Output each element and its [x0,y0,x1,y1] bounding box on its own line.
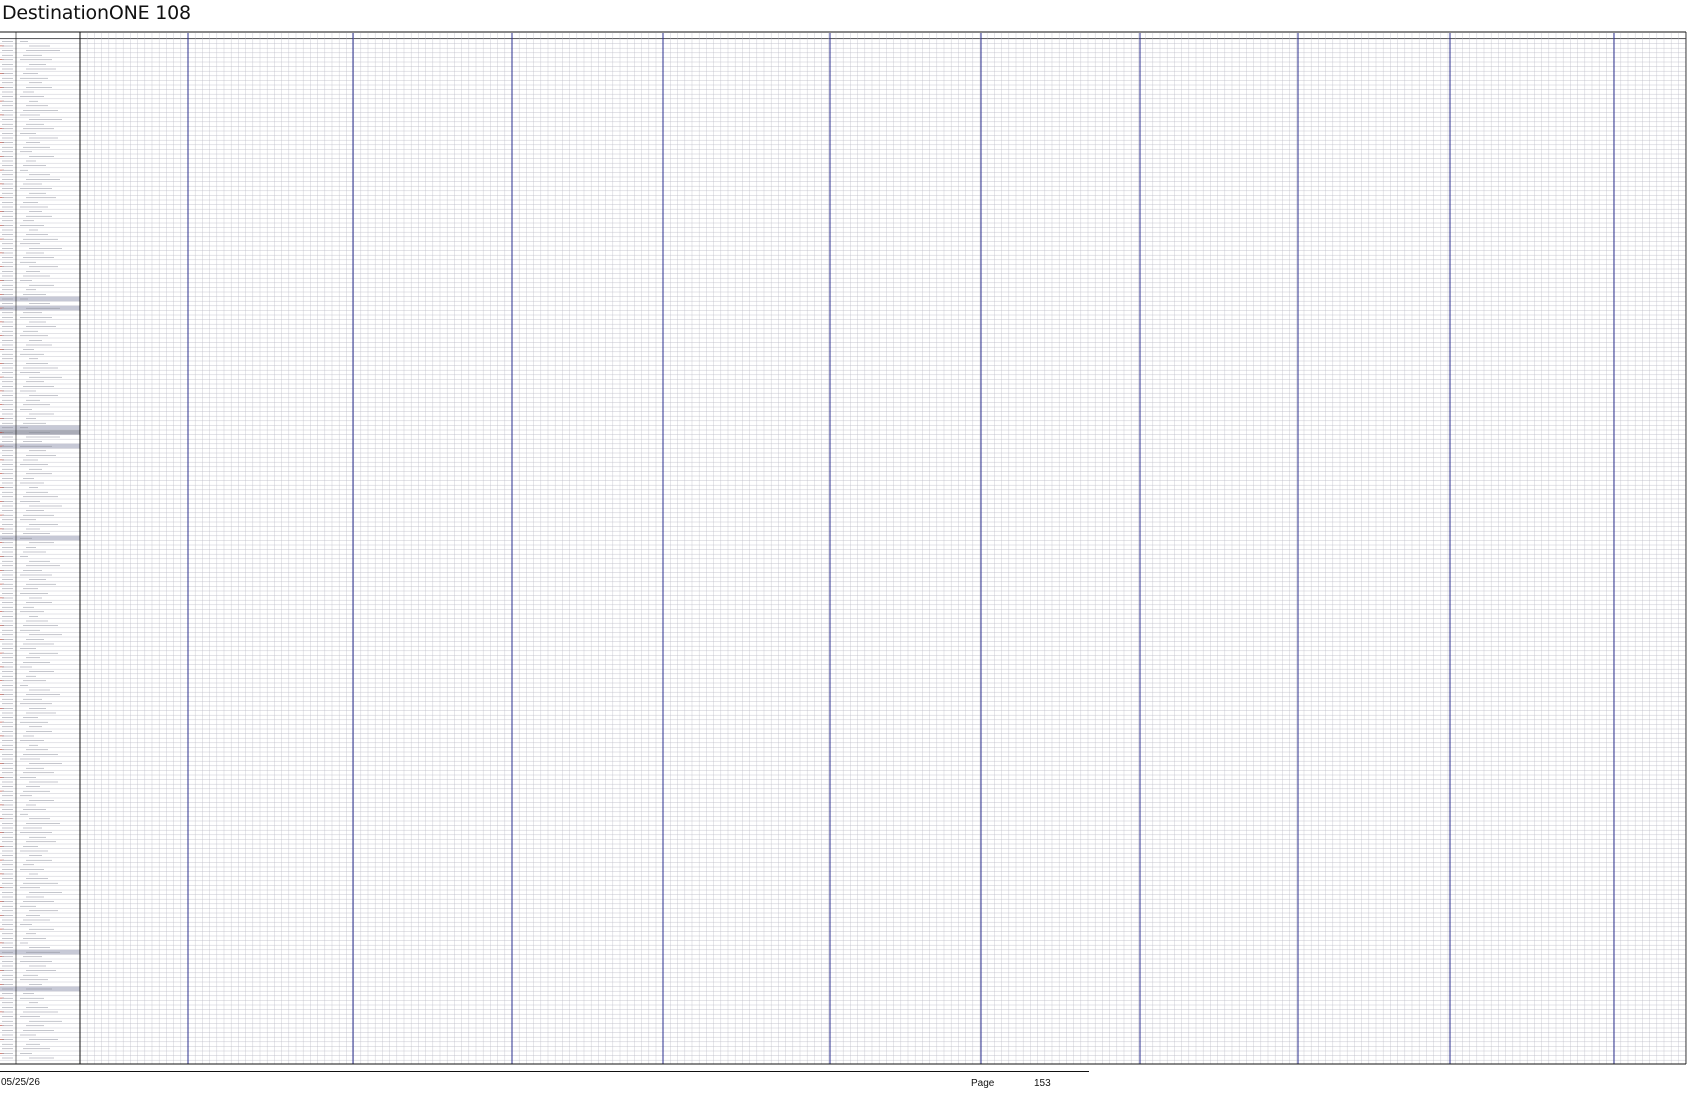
schedule-grid [0,31,1687,1066]
footer-date: 05/25/26 [1,1077,40,1088]
footer-page-number: 153 [1034,1078,1051,1089]
footer-page-label: Page [971,1078,995,1089]
document-title: DestinationONE 108 [2,2,191,24]
footer-rule [0,1071,1089,1072]
schedule-grid-canvas [0,31,1687,1065]
